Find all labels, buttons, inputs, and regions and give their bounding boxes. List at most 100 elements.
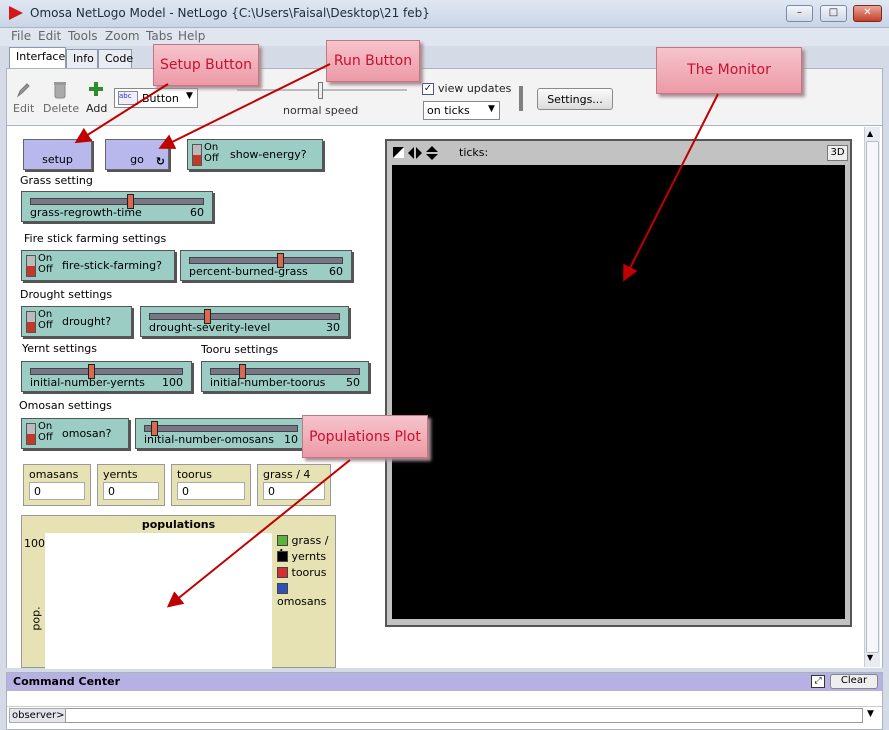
window-title: Omosa NetLogo Model - NetLogo {C:\Users\… — [30, 6, 430, 20]
world-view[interactable]: ticks: 3D — [385, 139, 852, 627]
switch-on-label: On — [204, 142, 219, 153]
observer-select[interactable]: observer> — [9, 708, 68, 723]
omasans-monitor: omasans 0 — [23, 464, 91, 506]
chevron-down-icon: ▼ — [186, 91, 193, 101]
legend-item: omosans — [277, 582, 335, 608]
slider-track[interactable] — [149, 313, 340, 320]
slider-track[interactable] — [210, 368, 360, 375]
switch-toggle[interactable] — [26, 311, 36, 333]
menu-help[interactable]: Help — [178, 29, 205, 43]
slider-name: initial-number-yernts — [30, 376, 145, 389]
initial-omosans-slider[interactable]: initial-number-omosans 10 — [135, 418, 307, 449]
legend-item: toorus — [277, 566, 335, 582]
tab-interface[interactable]: Interface — [9, 47, 66, 69]
view-control-icons[interactable] — [392, 145, 444, 161]
menu-tabs[interactable]: Tabs — [146, 29, 173, 43]
menu-zoom[interactable]: Zoom — [105, 29, 140, 43]
menu-file[interactable]: File — [11, 29, 31, 43]
maximize-button[interactable]: □ — [820, 5, 847, 22]
plot-title: populations — [141, 518, 216, 531]
scroll-thumb[interactable] — [866, 141, 879, 653]
minimize-button[interactable]: – — [786, 5, 813, 22]
expand-icon[interactable]: ⤢ — [811, 675, 825, 688]
plot-legend: grass / 4 yernts toorus omosans — [277, 534, 335, 608]
slider-value: 60 — [329, 265, 343, 278]
slider-value: 50 — [346, 376, 360, 389]
edit-button[interactable]: Edit — [13, 102, 34, 115]
settings-button[interactable]: Settings... — [537, 88, 613, 110]
slider-track[interactable] — [144, 425, 298, 432]
plot-ymax: 100 — [24, 537, 45, 550]
switch-on-label: On — [38, 421, 53, 432]
update-mode-value: on ticks — [427, 104, 470, 117]
button-widget-icon: abc — [118, 91, 138, 105]
slider-track[interactable] — [30, 198, 204, 205]
grass-regrowth-slider[interactable]: grass-regrowth-time 60 — [21, 191, 213, 222]
menu-tools[interactable]: Tools — [68, 29, 98, 43]
drought-switch[interactable]: On Off drought? — [21, 306, 132, 337]
omosan-switch[interactable]: On Off omosan? — [21, 418, 129, 449]
plot-ylabel: pop. — [29, 606, 43, 631]
clear-button[interactable]: Clear — [830, 674, 878, 689]
switch-toggle[interactable] — [192, 144, 202, 166]
3d-button[interactable]: 3D — [827, 145, 848, 161]
show-energy-switch[interactable]: On Off show-energy? — [187, 139, 323, 170]
percent-burned-slider[interactable]: percent-burned-grass 60 — [180, 250, 352, 281]
slider-track[interactable] — [189, 257, 343, 264]
switch-label: show-energy? — [230, 148, 307, 161]
drought-severity-slider[interactable]: drought-severity-level 30 — [140, 306, 349, 337]
pencil-icon — [16, 83, 30, 98]
switch-toggle[interactable] — [26, 255, 36, 277]
slider-name: percent-burned-grass — [189, 265, 308, 278]
monitor-label: yernts — [103, 468, 138, 481]
slider-name: grass-regrowth-time — [30, 206, 142, 219]
slider-name: initial-number-toorus — [210, 376, 326, 389]
fire-stick-farming-switch[interactable]: On Off fire-stick-farming? — [21, 250, 175, 281]
switch-on-label: On — [38, 309, 53, 320]
add-button[interactable]: Add — [86, 102, 107, 115]
widget-type-select[interactable]: abc Button ▼ — [114, 88, 198, 108]
tooru-note: Tooru settings — [201, 343, 279, 356]
slider-track[interactable] — [30, 368, 183, 375]
monitor-value: 0 — [263, 482, 325, 500]
setup-button[interactable]: setup — [23, 139, 92, 170]
toorus-monitor: toorus 0 — [171, 464, 251, 506]
vertical-scrollbar[interactable]: ▲ ▼ — [864, 127, 880, 667]
netlogo-logo-icon — [9, 6, 23, 20]
monitor-value: 0 — [177, 482, 245, 500]
speed-slider-thumb[interactable] — [318, 82, 323, 99]
toolbar-separator — [519, 86, 523, 111]
initial-yernts-slider[interactable]: initial-number-yernts 100 — [21, 361, 192, 392]
chevron-down-icon: ▼ — [488, 104, 495, 114]
plot-area — [45, 533, 272, 669]
menu-edit[interactable]: Edit — [38, 29, 61, 43]
command-center: Command Center ⤢ Clear observer> ▼ — [6, 672, 883, 730]
switch-on-label: On — [38, 253, 53, 264]
chevron-down-icon[interactable]: ▼ — [867, 709, 874, 719]
monitor-label: grass / 4 — [263, 468, 311, 481]
scroll-down-icon[interactable]: ▼ — [867, 653, 873, 662]
close-button[interactable]: ✕ — [853, 5, 882, 22]
switch-toggle[interactable] — [26, 423, 36, 445]
delete-button[interactable]: Delete — [43, 102, 79, 115]
title-bar: Omosa NetLogo Model - NetLogo {C:\Users\… — [0, 0, 889, 28]
slider-value: 30 — [326, 321, 340, 334]
update-mode-select[interactable]: on ticks ▼ — [423, 101, 500, 120]
tab-info[interactable]: Info — [66, 49, 98, 69]
tab-code[interactable]: Code — [98, 49, 133, 69]
command-input[interactable] — [65, 708, 863, 723]
initial-toorus-slider[interactable]: initial-number-toorus 50 — [201, 361, 369, 392]
omosan-note: Omosan settings — [19, 399, 112, 412]
add-icon — [89, 82, 103, 96]
command-center-header: Command Center ⤢ Clear — [7, 673, 882, 691]
yernts-monitor: yernts 0 — [97, 464, 165, 506]
view-updates-checkbox[interactable]: ✓ — [422, 83, 434, 95]
monitor-label: omasans — [29, 468, 79, 481]
slider-value: 10 — [284, 433, 298, 446]
grass-monitor: grass / 4 0 — [257, 464, 331, 506]
slider-value: 60 — [190, 206, 204, 219]
scroll-up-icon[interactable]: ▲ — [867, 129, 873, 138]
fire-note: Fire stick farming settings — [24, 232, 167, 245]
go-button[interactable]: go ↻ — [105, 139, 169, 170]
world-canvas[interactable] — [392, 165, 845, 619]
